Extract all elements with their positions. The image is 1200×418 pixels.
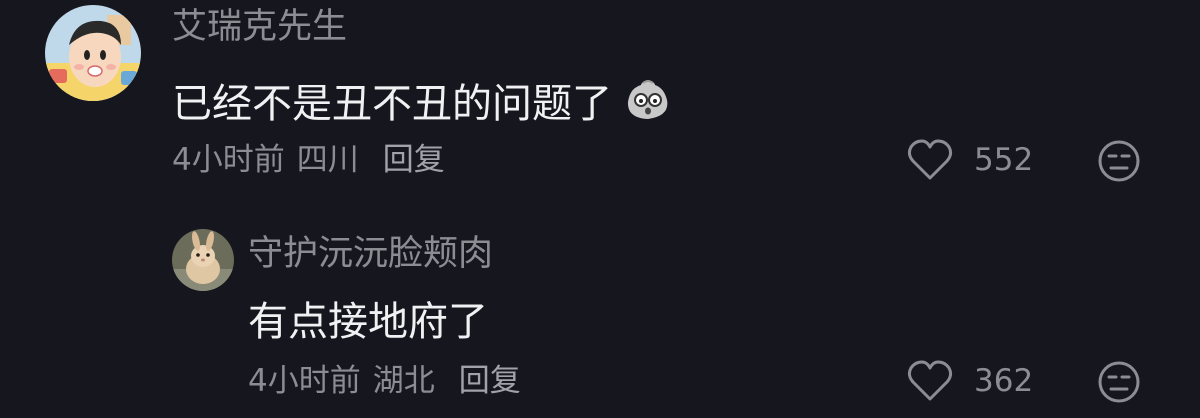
comment-meta: 4小时前 湖北 回复	[248, 366, 521, 397]
reply-button[interactable]: 回复	[459, 366, 521, 397]
comment-text-body: 有点接地府了	[248, 299, 488, 345]
like-count: 362	[974, 362, 1034, 399]
comment-text-body: 已经不是丑不丑的问题了	[172, 80, 612, 127]
username[interactable]: 守护沅沅脸颊肉	[248, 237, 493, 272]
dislike-face-icon[interactable]	[1097, 360, 1141, 404]
avatar[interactable]	[172, 229, 234, 291]
heart-icon[interactable]	[906, 138, 954, 182]
like-button[interactable]: 362	[906, 359, 1033, 403]
like-count: 552	[974, 141, 1034, 178]
username[interactable]: 艾瑞克先生	[172, 10, 347, 45]
comment-list: 艾瑞克先生 已经不是丑不丑的问题了 4小时前 四川 回复 552 守护沅沅脸颊肉…	[0, 0, 1200, 418]
avatar[interactable]	[45, 5, 141, 101]
comment-text: 有点接地府了	[248, 302, 488, 342]
comment-time: 4小时前	[248, 363, 361, 399]
comment-location: 四川	[296, 142, 359, 178]
shocked-potato-emoji-icon	[624, 78, 672, 129]
cartoon-boy-avatar-icon	[45, 5, 141, 101]
comment-text: 已经不是丑不丑的问题了	[172, 78, 672, 129]
comment-meta: 4小时前 四川 回复	[172, 145, 445, 176]
rabbit-photo-avatar-icon	[172, 229, 234, 291]
dislike-face-icon[interactable]	[1097, 139, 1141, 183]
comment-time: 4小时前	[172, 142, 285, 178]
comment-location: 湖北	[372, 363, 435, 399]
reply-button[interactable]: 回复	[383, 145, 445, 176]
like-button[interactable]: 552	[906, 138, 1033, 182]
heart-icon[interactable]	[906, 359, 954, 403]
